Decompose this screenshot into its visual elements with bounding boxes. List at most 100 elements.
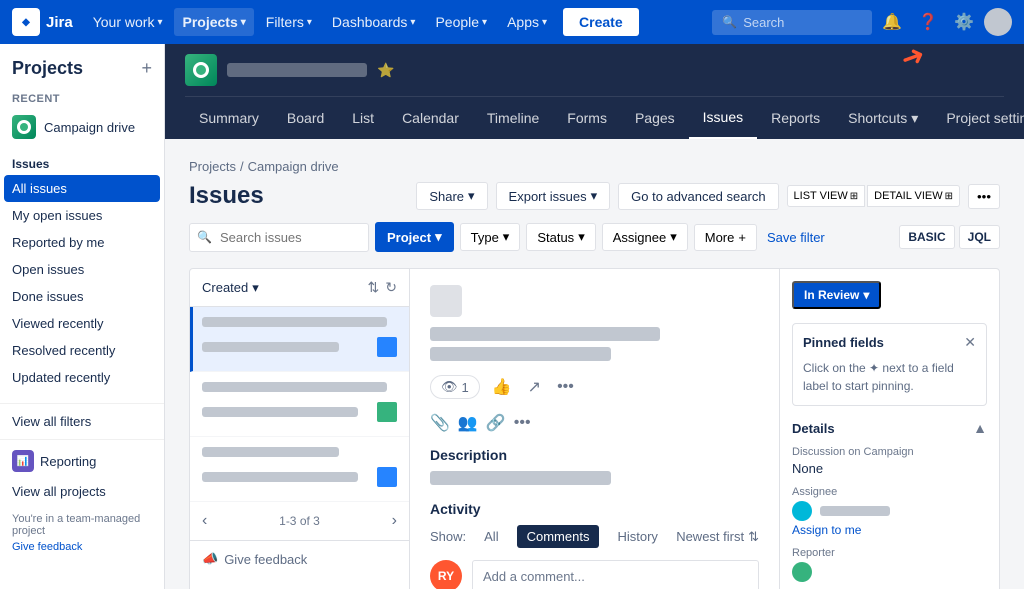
prev-page-button[interactable]: ‹ <box>202 512 207 530</box>
more-options-button[interactable]: ••• <box>968 184 1000 209</box>
list-view-button[interactable]: LIST VIEW ⊞ <box>787 185 866 207</box>
basic-mode-button[interactable]: BASIC <box>899 225 954 249</box>
project-header-wrapper: ⭐ ➜ Summary Board List Calendar Timeline… <box>165 44 1024 139</box>
detail-title-line1 <box>430 327 660 341</box>
nav-people[interactable]: People ▾ <box>427 8 495 36</box>
nav-calendar[interactable]: Calendar <box>388 98 473 138</box>
issue-tag-3 <box>377 467 397 487</box>
sidebar-item-open[interactable]: Open issues <box>0 256 164 283</box>
discussion-field: Discussion on Campaign None <box>792 446 987 476</box>
sidebar-item-all-issues[interactable]: All issues <box>4 175 160 202</box>
sidebar-item-updated[interactable]: Updated recently <box>0 364 164 391</box>
assign-to-me-link[interactable]: Assign to me <box>792 523 861 537</box>
sidebar-item-done[interactable]: Done issues <box>0 283 164 310</box>
nav-project-settings[interactable]: Project settings <box>932 98 1024 138</box>
details-collapse-button[interactable]: ▲ <box>973 420 987 436</box>
sidebar-view-all-filters[interactable]: View all filters <box>0 408 164 435</box>
grid-icon: ⊞ <box>945 191 953 202</box>
thumbs-up-button[interactable]: 👍 <box>488 373 516 401</box>
status-filter-button[interactable]: Status ▾ <box>526 223 595 251</box>
people-icon[interactable]: 👥 <box>458 413 478 433</box>
breadcrumb-campaign[interactable]: Campaign drive <box>248 159 339 174</box>
dots-action-icon[interactable]: ••• <box>514 414 531 432</box>
logo[interactable]: ◆ Jira <box>12 8 73 36</box>
issue-item-2[interactable] <box>190 372 409 437</box>
nav-apps[interactable]: Apps ▾ <box>499 8 555 36</box>
sidebar-reporting[interactable]: 📊 Reporting <box>0 444 164 478</box>
details-section: Details ▲ Discussion on Campaign None As… <box>792 420 987 582</box>
nav-projects[interactable]: Projects ▾ <box>174 8 253 36</box>
refresh-icon[interactable]: ↻ <box>385 279 397 296</box>
issue-subtitle-blurred-2 <box>202 407 358 417</box>
project-header-inner: ⭐ ➜ Summary Board List Calendar Timeline… <box>185 44 1004 139</box>
nav-board[interactable]: Board <box>273 98 338 138</box>
sidebar-add-button[interactable]: + <box>141 58 152 79</box>
nav-summary[interactable]: Summary <box>185 98 273 138</box>
project-filter-button[interactable]: Project ▾ <box>375 222 454 252</box>
user-avatar[interactable] <box>984 8 1012 36</box>
create-button[interactable]: Create <box>563 8 639 36</box>
help-icon[interactable]: ❓ <box>912 8 944 36</box>
issue-item-3[interactable] <box>190 437 409 502</box>
sidebar-item-reported[interactable]: Reported by me <box>0 229 164 256</box>
sort-icon[interactable]: ⇅ <box>368 279 380 296</box>
reporter-value <box>792 562 987 582</box>
settings-icon[interactable]: ⚙️ <box>948 8 980 36</box>
type-filter-button[interactable]: Type ▾ <box>460 223 521 251</box>
more-filter-button[interactable]: More + <box>694 224 757 251</box>
sidebar-item-resolved[interactable]: Resolved recently <box>0 337 164 364</box>
attachment-icon[interactable]: 📎 <box>430 413 450 433</box>
reporter-avatar <box>792 562 812 582</box>
nav-issues[interactable]: Issues <box>689 97 757 139</box>
issues-list: Created ▾ ⇅ ↻ <box>190 269 410 589</box>
issue-subtitle-blurred-3 <box>202 472 358 482</box>
sidebar-give-feedback[interactable]: Give feedback <box>12 541 152 553</box>
export-button[interactable]: Export issues ▾ <box>496 182 611 210</box>
more-actions-button[interactable]: ••• <box>553 374 578 400</box>
sidebar-view-all-projects[interactable]: View all projects <box>0 478 164 505</box>
share-button[interactable]: Share ▾ <box>416 182 487 210</box>
give-feedback-button[interactable]: 📣 Give feedback <box>190 540 409 577</box>
project-name-blurred <box>227 63 367 77</box>
status-badge[interactable]: In Review ▾ <box>792 281 881 309</box>
breadcrumb-projects[interactable]: Projects <box>189 159 236 174</box>
link-icon[interactable]: 🔗 <box>486 413 506 433</box>
close-pinned-button[interactable]: ✕ <box>964 334 976 351</box>
project-avatar-inner <box>193 62 209 78</box>
sidebar-item-my-open[interactable]: My open issues <box>0 202 164 229</box>
activity-history-tab[interactable]: History <box>607 525 667 548</box>
global-search[interactable]: 🔍 <box>712 10 872 35</box>
nav-reports[interactable]: Reports <box>757 98 834 138</box>
comment-input[interactable]: Add a comment... <box>472 560 759 589</box>
advanced-search-button[interactable]: Go to advanced search <box>618 183 778 210</box>
project-settings-icon[interactable]: ⭐ <box>377 62 394 79</box>
activity-comments-tab[interactable]: Comments <box>517 525 600 548</box>
created-sort[interactable]: Created ▾ <box>202 280 259 296</box>
save-filter-link[interactable]: Save filter <box>767 230 825 245</box>
nav-filters[interactable]: Filters ▾ <box>258 8 320 36</box>
nav-pages[interactable]: Pages <box>621 98 689 138</box>
activity-all-tab[interactable]: All <box>474 525 508 548</box>
nav-timeline[interactable]: Timeline <box>473 98 553 138</box>
assignee-filter-button[interactable]: Assignee ▾ <box>602 223 688 251</box>
pinned-fields-text: Click on the ✦ next to a field label to … <box>803 359 976 395</box>
sidebar-item-viewed[interactable]: Viewed recently <box>0 310 164 337</box>
jql-mode-button[interactable]: JQL <box>959 225 1000 249</box>
nav-shortcuts[interactable]: Shortcuts ▾ <box>834 98 932 139</box>
nav-forms[interactable]: Forms <box>553 98 621 138</box>
chevron-down-icon: ▾ <box>578 229 585 245</box>
detail-view-button[interactable]: DETAIL VIEW ⊞ <box>867 185 960 207</box>
global-search-input[interactable] <box>743 15 862 30</box>
newest-first-sort[interactable]: Newest first ⇅ <box>676 529 759 545</box>
share-icon-button[interactable]: ↗ <box>524 373 545 401</box>
nav-your-work[interactable]: Your work ▾ <box>85 8 171 36</box>
app-layout: Projects + RECENT Campaign drive Issues … <box>0 44 1024 589</box>
nav-dashboards[interactable]: Dashboards ▾ <box>324 8 424 36</box>
nav-list[interactable]: List <box>338 98 388 138</box>
sidebar-project-campaign[interactable]: Campaign drive <box>0 109 164 145</box>
next-page-button[interactable]: › <box>392 512 397 530</box>
notifications-icon[interactable]: 🔔 <box>876 8 908 36</box>
search-issues-input[interactable] <box>189 223 369 252</box>
description-blurred <box>430 471 611 485</box>
issue-item-1[interactable] <box>190 307 409 372</box>
